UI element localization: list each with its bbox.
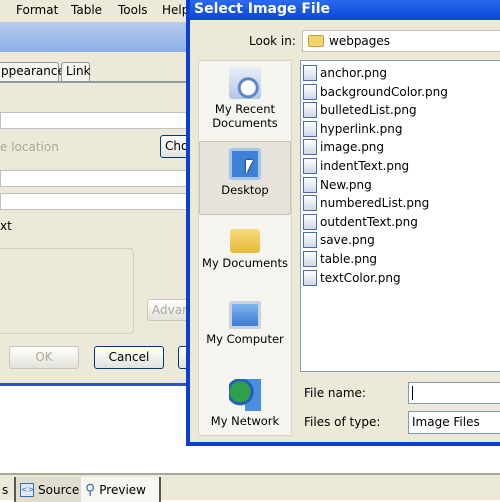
file-item[interactable]: outdentText.png: [303, 213, 418, 231]
place-my-documents[interactable]: My Documents: [199, 223, 291, 270]
text-input[interactable]: [0, 112, 190, 129]
file-name: bulletedList.png: [320, 103, 417, 118]
file-name: indentText.png: [320, 159, 410, 173]
place-label: My Network: [210, 414, 280, 428]
tab-source[interactable]: <> Source: [14, 477, 84, 502]
magnifier-icon: ⚲: [85, 481, 96, 498]
location-placeholder: e location: [0, 140, 59, 154]
menu-format[interactable]: Format: [16, 3, 58, 17]
file-name: anchor.png: [320, 66, 387, 80]
file-name: New.png: [320, 177, 372, 192]
desktop-icon: [229, 148, 261, 180]
png-file-icon: [303, 120, 317, 137]
png-file-icon: [303, 139, 317, 156]
file-list[interactable]: anchor.png backgroundColor.png bulletedLis…: [300, 60, 500, 372]
menu-table[interactable]: Table: [71, 3, 102, 17]
file-name: table.png: [320, 252, 378, 266]
file-item[interactable]: save.png: [303, 231, 375, 249]
text-input[interactable]: [0, 193, 190, 210]
place-label: My Documents: [202, 256, 288, 270]
ok-button[interactable]: OK: [9, 346, 79, 369]
tab-design[interactable]: s: [0, 477, 12, 502]
png-file-icon: [303, 269, 317, 286]
file-item[interactable]: textColor.png: [303, 269, 401, 287]
place-my-computer[interactable]: My Computer: [199, 301, 291, 346]
dialog-title: Select Image File: [190, 0, 500, 20]
place-my-recent-documents[interactable]: My Recent Documents: [199, 67, 291, 130]
file-item[interactable]: anchor.png: [303, 64, 387, 82]
my-documents-icon: [230, 229, 260, 253]
place-label: Desktop: [221, 183, 269, 197]
my-computer-icon: [229, 301, 261, 329]
look-in-value: webpages: [329, 34, 391, 48]
file-name: numberedList.png: [320, 196, 430, 211]
tab-link[interactable]: Link: [61, 62, 91, 81]
tab-panel-border: [0, 81, 190, 83]
files-of-type-dropdown[interactable]: Image Files: [408, 411, 500, 434]
png-file-icon: [303, 158, 317, 174]
group-box: [0, 248, 134, 334]
png-file-icon: [303, 102, 317, 119]
file-name: save.png: [320, 233, 375, 248]
png-file-icon: [303, 65, 317, 81]
look-in-label: Look in:: [249, 34, 296, 48]
place-label: My Computer: [206, 332, 284, 346]
file-name: hyperlink.png: [320, 121, 403, 136]
file-name: image.png: [320, 140, 385, 155]
source-icon: <>: [20, 482, 34, 497]
file-item[interactable]: bulletedList.png: [303, 101, 417, 119]
file-item[interactable]: indentText.png: [303, 157, 409, 175]
places-bar: My Recent Documents Desktop My Documents…: [198, 60, 292, 436]
png-file-icon: [303, 232, 317, 249]
my-network-icon: [229, 379, 261, 411]
file-item[interactable]: numberedList.png: [303, 194, 429, 212]
file-item[interactable]: New.png: [303, 176, 372, 194]
files-of-type-label: Files of type:: [304, 415, 381, 429]
text-input[interactable]: [0, 170, 190, 187]
png-file-icon: [303, 83, 317, 100]
place-label: My Recent Documents: [212, 102, 278, 130]
file-item[interactable]: backgroundColor.png: [303, 83, 448, 101]
file-name: textColor.png: [320, 270, 401, 285]
tab-design-label: s: [2, 482, 9, 497]
look-in-dropdown[interactable]: webpages: [302, 30, 500, 52]
files-of-type-value: Image Files: [412, 415, 480, 429]
image-properties-dialog: ppearance Link e location Cho xt Advan O…: [0, 22, 200, 386]
folder-icon: [308, 35, 324, 47]
tab-preview-label: Preview: [99, 482, 146, 497]
editor-area: [0, 389, 190, 473]
file-item[interactable]: image.png: [303, 138, 384, 156]
png-file-icon: [303, 213, 317, 230]
recent-documents-icon: [229, 67, 261, 99]
dialog-title-bar: [0, 22, 190, 52]
cancel-button[interactable]: Cancel: [94, 346, 164, 369]
file-name: backgroundColor.png: [320, 84, 448, 99]
file-item[interactable]: table.png: [303, 250, 377, 268]
tab-preview[interactable]: ⚲ Preview: [81, 477, 161, 502]
mouse-cursor-icon: [246, 160, 253, 174]
png-file-icon: [303, 195, 317, 212]
section-label: xt: [0, 219, 12, 233]
place-my-network[interactable]: My Network: [199, 379, 291, 428]
place-desktop[interactable]: Desktop: [199, 141, 291, 215]
menu-tools[interactable]: Tools: [118, 3, 148, 17]
file-name-label: File name:: [304, 386, 366, 400]
tab-appearance[interactable]: ppearance: [0, 62, 65, 81]
png-file-icon: [303, 176, 317, 193]
png-file-icon: [303, 251, 317, 267]
tab-source-label: Source: [38, 482, 80, 497]
file-item[interactable]: hyperlink.png: [303, 120, 403, 138]
view-tabs-bar: s <> Source ⚲ Preview: [0, 473, 500, 502]
file-name: outdentText.png: [320, 214, 418, 229]
file-name-input[interactable]: [408, 382, 500, 404]
select-image-file-dialog: Select Image File Look in: webpages My R…: [186, 0, 500, 446]
